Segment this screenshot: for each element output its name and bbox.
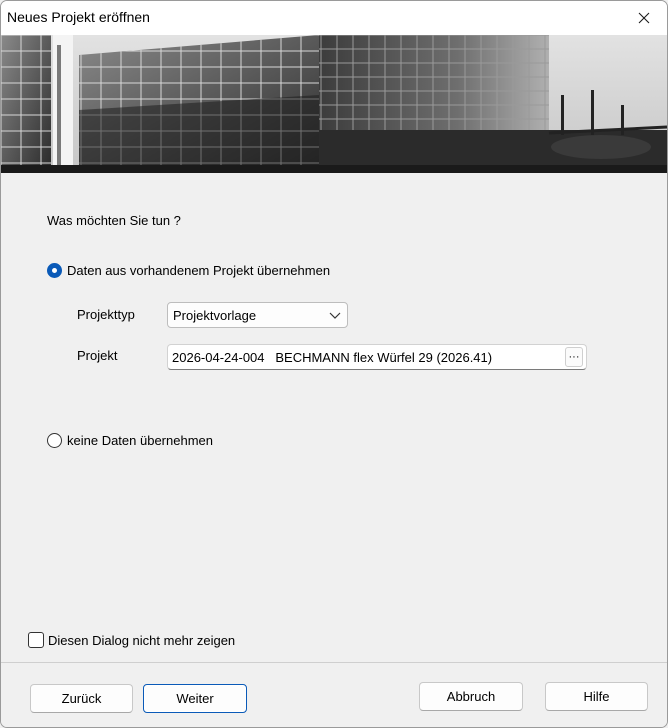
back-button[interactable]: Zurück <box>30 684 133 713</box>
take-data-label: Daten aus vorhandenem Projekt übernehmen <box>67 263 331 278</box>
dialog-title: Neues Projekt eröffnen <box>7 9 150 25</box>
take-data-radio[interactable] <box>47 263 62 278</box>
question-text: Was möchten Sie tun ? <box>47 213 181 228</box>
projekt-label: Projekt <box>77 348 118 363</box>
projekt-field[interactable]: 2026-04-24-004 BECHMANN flex Würfel 29 (… <box>167 344 587 370</box>
no-data-radio[interactable] <box>47 433 62 448</box>
close-icon <box>638 12 650 24</box>
help-button[interactable]: Hilfe <box>545 682 648 711</box>
dont-show-again-option[interactable]: Diesen Dialog nicht mehr zeigen <box>28 632 235 648</box>
dialog-window: Neues Projekt eröffnen Was möchten Sie t… <box>0 0 668 728</box>
projekttyp-label: Projekttyp <box>77 307 135 322</box>
no-data-label: keine Daten übernehmen <box>67 433 213 448</box>
next-button[interactable]: Weiter <box>143 684 247 713</box>
dialog-content: Was möchten Sie tun ? Daten aus vorhande… <box>1 173 667 621</box>
close-button[interactable] <box>621 1 667 35</box>
title-bar: Neues Projekt eröffnen <box>1 1 667 35</box>
chevron-down-icon <box>329 312 341 319</box>
projekttyp-select[interactable]: Projektvorlage <box>167 302 348 328</box>
take-data-radio-option[interactable]: Daten aus vorhandenem Projekt übernehmen <box>47 263 330 278</box>
projekttyp-value: Projektvorlage <box>173 308 257 323</box>
office-building-photo <box>1 35 667 173</box>
dont-show-again-checkbox[interactable] <box>28 632 44 648</box>
cancel-button[interactable]: Abbruch <box>419 682 523 711</box>
header-banner-image <box>1 35 667 173</box>
browse-project-button[interactable]: ··· <box>565 347 583 367</box>
projekt-value: 2026-04-24-004 BECHMANN flex Würfel 29 (… <box>172 350 493 365</box>
dont-show-again-label: Diesen Dialog nicht mehr zeigen <box>48 632 236 648</box>
checkbox-area: Diesen Dialog nicht mehr zeigen <box>1 621 667 663</box>
button-bar: Zurück Weiter Abbruch Hilfe <box>1 663 667 727</box>
no-data-radio-option[interactable]: keine Daten übernehmen <box>47 433 213 448</box>
